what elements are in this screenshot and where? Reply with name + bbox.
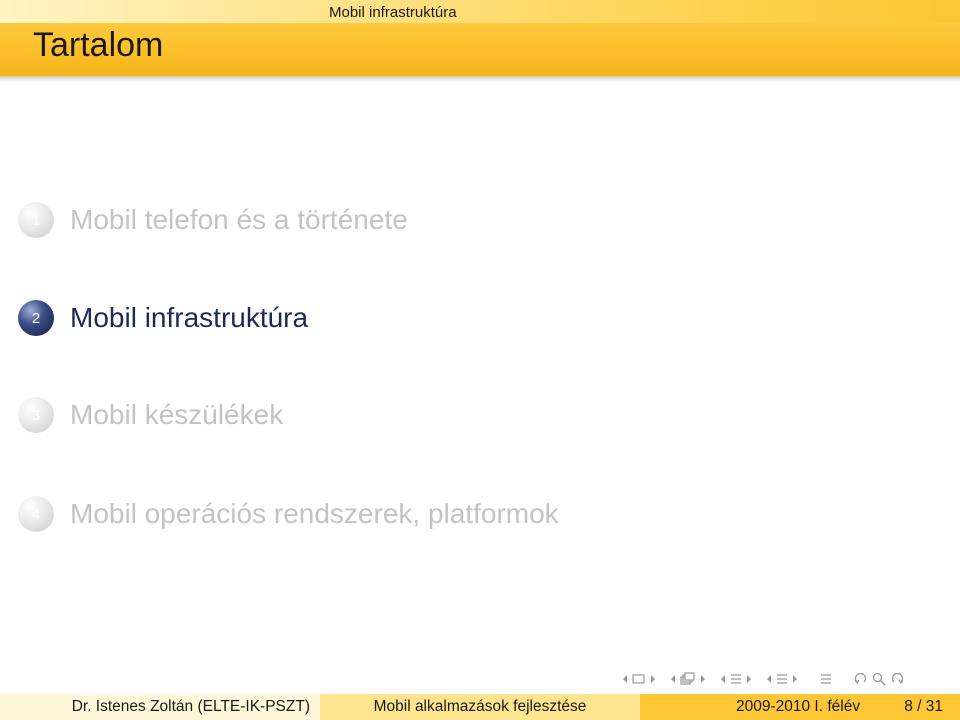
- footer-date: 2009-2010 I. félév: [736, 698, 861, 715]
- footer-page-number: 8 / 31: [904, 698, 943, 715]
- section-icon[interactable]: [730, 673, 742, 685]
- subsection-next-icon[interactable]: [700, 674, 706, 684]
- toc-icon[interactable]: [820, 673, 832, 685]
- document-next-icon[interactable]: [792, 674, 798, 684]
- toc-number-ball: 4: [18, 496, 54, 532]
- footer-title: Mobil alkalmazások fejlesztése: [320, 694, 640, 720]
- footer-author: Dr. Istenes Zoltán (ELTE-IK-PSZT): [0, 694, 320, 720]
- header-shadow: [0, 76, 960, 82]
- forward-icon[interactable]: [890, 673, 904, 685]
- toc-item-label: Mobil operációs rendszerek, platformok: [70, 498, 559, 529]
- back-icon[interactable]: [854, 673, 868, 685]
- section-prev-icon[interactable]: [720, 674, 726, 684]
- toc-number-ball: 3: [18, 397, 54, 433]
- toc-item-label: Mobil készülékek: [70, 399, 284, 430]
- toc-item-label: Mobil infrastruktúra: [70, 302, 309, 333]
- subsection-prev-icon[interactable]: [670, 674, 676, 684]
- section-next-icon[interactable]: [746, 674, 752, 684]
- frame-title: Tartalom: [33, 26, 164, 64]
- footer: Dr. Istenes Zoltán (ELTE-IK-PSZT) Mobil …: [0, 694, 960, 720]
- frame-icon[interactable]: [632, 673, 646, 685]
- search-icon[interactable]: [872, 672, 886, 686]
- footer-right: 2009-2010 I. félév 8 / 31: [640, 694, 960, 720]
- section-navigation-strip: [0, 0, 960, 23]
- document-prev-icon[interactable]: [766, 674, 772, 684]
- toc-number-ball: 2: [18, 300, 54, 336]
- frame-next-icon[interactable]: [650, 674, 656, 684]
- toc-number-ball: 1: [18, 202, 54, 238]
- subsection-icon[interactable]: [680, 672, 696, 686]
- document-icon[interactable]: [776, 673, 788, 685]
- beamer-navigation-symbols: [622, 671, 904, 687]
- section-link[interactable]: Mobil infrastruktúra: [329, 4, 457, 21]
- frame-prev-icon[interactable]: [622, 674, 628, 684]
- toc-item-label: Mobil telefon és a története: [70, 204, 408, 235]
